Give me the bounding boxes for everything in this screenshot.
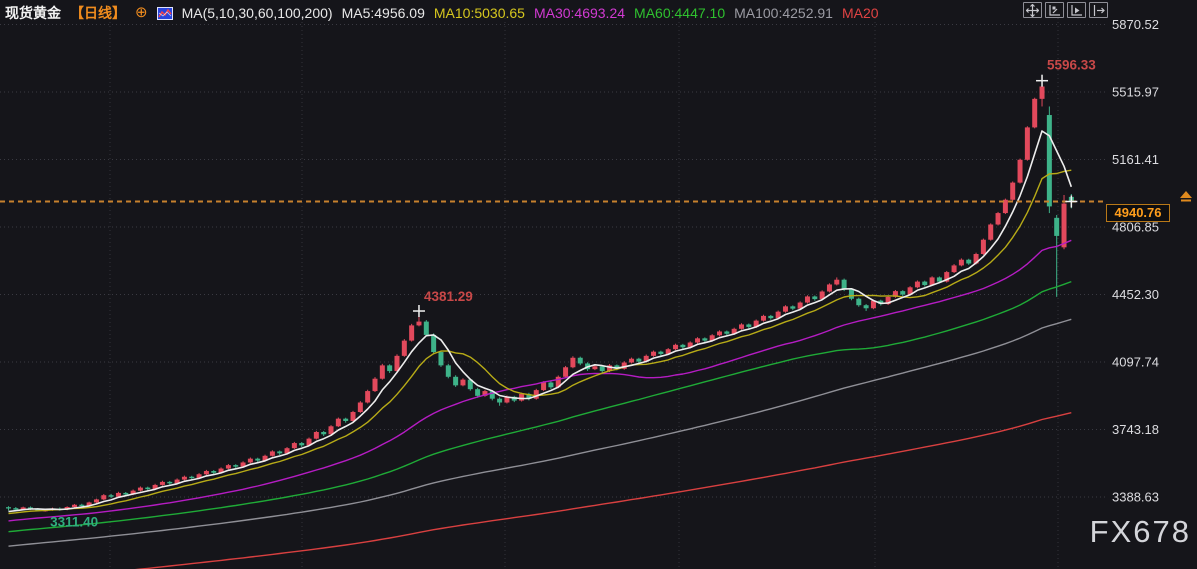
indicator-chart-icon[interactable] [157, 7, 173, 20]
ma-lines-layer [9, 131, 1072, 569]
period-tag: 【日线】 [70, 3, 126, 23]
svg-text:4381.29: 4381.29 [424, 289, 473, 304]
price-annotations: 5596.33 4381.29 3311.40 [50, 58, 1096, 530]
ma10-value: MA10:5030.65 [434, 5, 525, 21]
svg-text:4097.74: 4097.74 [1112, 354, 1159, 369]
compare-add-icon[interactable]: ⊕ [135, 6, 148, 20]
ma-200-line [9, 413, 1072, 569]
svg-text:5515.97: 5515.97 [1112, 84, 1159, 99]
svg-text:5161.41: 5161.41 [1112, 152, 1159, 167]
last-price-label: 4940.76 [1106, 204, 1170, 222]
pan-crosshair-button[interactable] [1023, 2, 1042, 18]
svg-text:5596.33: 5596.33 [1047, 58, 1096, 73]
chart-legend: 现货黄金 【日线】 ⊕ MA(5,10,30,60,100,200) MA5:4… [5, 3, 879, 23]
ma-summary: MA(5,10,30,60,100,200) [182, 5, 333, 21]
axis-play-button[interactable] [1067, 2, 1086, 18]
ma100-value: MA100:4252.91 [734, 5, 833, 21]
symbol-name: 现货黄金 [5, 3, 61, 23]
scroll-to-latest-icon[interactable] [1178, 190, 1194, 202]
candlestick-chart-canvas[interactable]: 5870.52 5515.97 5161.41 4806.85 4452.30 4097.… [0, 0, 1197, 569]
candles-layer [6, 77, 1074, 512]
ma-100-line [9, 319, 1072, 546]
collapse-right-button[interactable] [1089, 2, 1108, 18]
chart-window: 5870.52 5515.97 5161.41 4806.85 4452.30 4097.… [0, 0, 1197, 569]
ma-5-line [9, 131, 1072, 512]
svg-text:3311.40: 3311.40 [50, 515, 98, 530]
ma200-label: MA20 [842, 5, 879, 21]
svg-text:3743.18: 3743.18 [1112, 422, 1159, 437]
svg-text:3388.63: 3388.63 [1112, 489, 1159, 504]
svg-text:5870.52: 5870.52 [1112, 17, 1159, 32]
ma60-value: MA60:4447.10 [634, 5, 725, 21]
svg-text:4452.30: 4452.30 [1112, 287, 1159, 302]
ma5-value: MA5:4956.09 [342, 5, 425, 21]
ma-30-line [9, 240, 1072, 521]
svg-text:4806.85: 4806.85 [1112, 219, 1159, 234]
price-markers [413, 75, 1077, 317]
y-axis-labels: 5870.52 5515.97 5161.41 4806.85 4452.30 4097.… [1112, 17, 1159, 504]
ma-60-line [9, 282, 1072, 532]
chart-toolbar [1023, 2, 1108, 18]
axis-scale-button[interactable] [1045, 2, 1064, 18]
ma30-value: MA30:4693.24 [534, 5, 625, 21]
watermark: FX678 [1090, 514, 1191, 550]
